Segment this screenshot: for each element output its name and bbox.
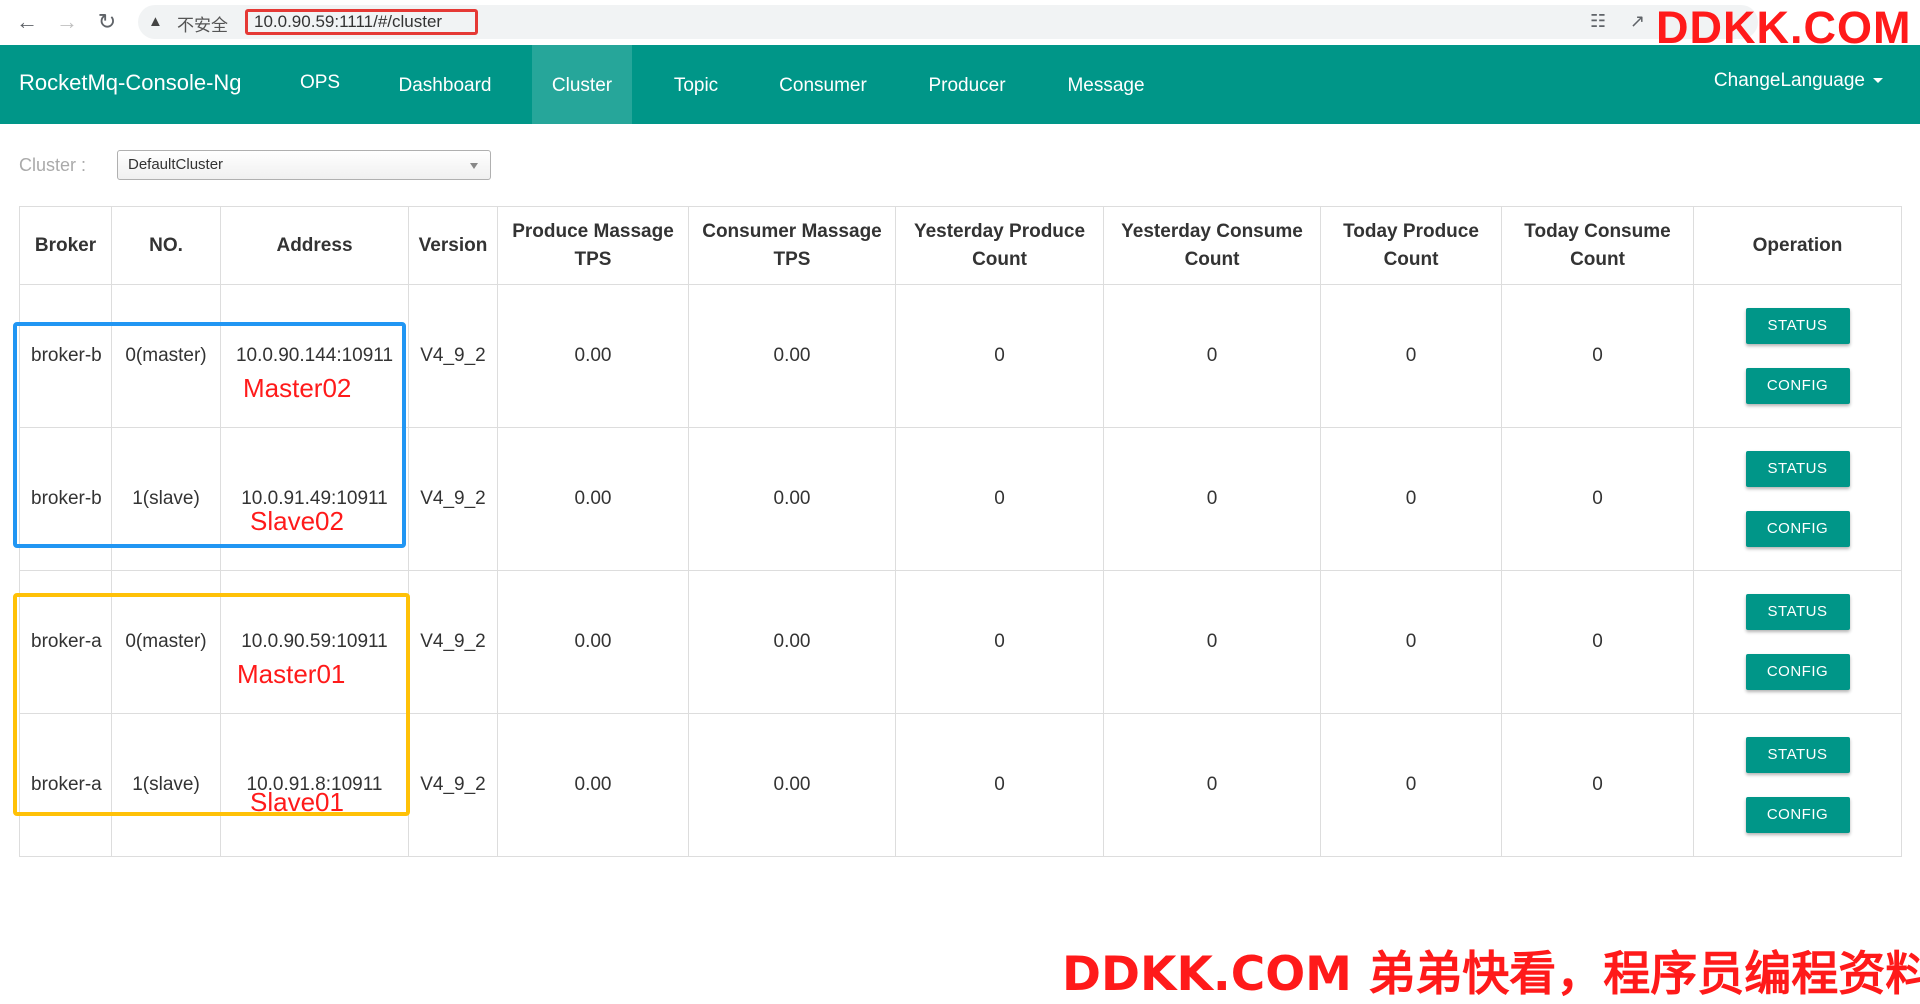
cell-yesterday-produce: 0 xyxy=(895,713,1104,857)
change-language-label: ChangeLanguage xyxy=(1713,70,1865,91)
cell-produce-tps: 0.00 xyxy=(497,713,689,857)
header-broker: Broker xyxy=(19,206,112,285)
caret-down-icon xyxy=(1873,78,1883,84)
reload-icon[interactable]: ↻ xyxy=(94,9,120,35)
cell-today-produce: 0 xyxy=(1320,570,1502,714)
watermark-bottom: DDKK.COM 弟弟快看，程序员编程资料站 xyxy=(1062,947,1920,1002)
cell-version: V4_9_2 xyxy=(408,713,498,857)
cell-consumer-tps: 0.00 xyxy=(688,713,896,857)
cell-today-consume: 0 xyxy=(1501,713,1694,857)
header-address: Address xyxy=(220,206,409,285)
browser-toolbar: ← → ↻ ▲ 不安全 10.0.90.59:1111/#/cluster ☷ … xyxy=(0,0,1920,53)
cell-produce-tps: 0.00 xyxy=(497,570,689,714)
cluster-select[interactable]: DefaultCluster xyxy=(117,150,491,180)
top-navbar: RocketMq-Console-Ng OPS Dashboard Cluste… xyxy=(0,45,1920,124)
status-button[interactable]: STATUS xyxy=(1745,308,1850,344)
cell-yesterday-consume: 0 xyxy=(1103,284,1321,428)
cell-yesterday-produce: 0 xyxy=(895,284,1104,428)
cell-yesterday-produce: 0 xyxy=(895,570,1104,714)
cell-operation: STATUS CONFIG xyxy=(1693,427,1902,571)
cell-operation: STATUS CONFIG xyxy=(1693,570,1902,714)
config-button[interactable]: CONFIG xyxy=(1745,511,1850,547)
annotation-box-blue xyxy=(13,322,406,548)
cluster-select-value: DefaultCluster xyxy=(128,156,224,173)
cell-today-produce: 0 xyxy=(1320,284,1502,428)
header-consumer-tps: Consumer Massage TPS xyxy=(688,206,896,285)
cell-consumer-tps: 0.00 xyxy=(688,427,896,571)
nav-ops[interactable]: OPS xyxy=(280,45,360,124)
brand-title[interactable]: RocketMq-Console-Ng xyxy=(19,70,242,96)
header-produce-tps: Produce Massage TPS xyxy=(497,206,689,285)
cell-yesterday-consume: 0 xyxy=(1103,713,1321,857)
annotation-slave01: Slave01 xyxy=(250,787,344,817)
header-yesterday-produce: Yesterday Produce Count xyxy=(895,206,1104,285)
header-operation: Operation xyxy=(1693,206,1902,285)
change-language-dropdown[interactable]: ChangeLanguage xyxy=(1714,70,1883,92)
table-header-row: Broker NO. Address Version Produce Massa… xyxy=(19,206,1902,285)
annotation-box-yellow xyxy=(13,593,410,816)
annotation-slave02: Slave02 xyxy=(250,506,344,536)
nav-consumer[interactable]: Consumer xyxy=(762,45,884,124)
cell-version: V4_9_2 xyxy=(408,284,498,428)
insecure-label: 不安全 xyxy=(177,16,228,36)
cell-produce-tps: 0.00 xyxy=(497,284,689,428)
nav-topic[interactable]: Topic xyxy=(650,45,742,124)
forward-arrow-icon[interactable]: → xyxy=(54,9,80,35)
cell-yesterday-produce: 0 xyxy=(895,427,1104,571)
cell-yesterday-consume: 0 xyxy=(1103,570,1321,714)
cell-produce-tps: 0.00 xyxy=(497,427,689,571)
cell-today-consume: 0 xyxy=(1501,284,1694,428)
url-text[interactable]: 10.0.90.59:1111/#/cluster xyxy=(245,9,478,35)
cell-consumer-tps: 0.00 xyxy=(688,284,896,428)
nav-dashboard[interactable]: Dashboard xyxy=(378,45,512,124)
share-icon[interactable]: ↗ xyxy=(1630,11,1645,32)
status-button[interactable]: STATUS xyxy=(1745,737,1850,773)
cell-version: V4_9_2 xyxy=(408,427,498,571)
cell-operation: STATUS CONFIG xyxy=(1693,713,1902,857)
back-arrow-icon[interactable]: ← xyxy=(14,9,40,35)
cell-yesterday-consume: 0 xyxy=(1103,427,1321,571)
cell-today-produce: 0 xyxy=(1320,427,1502,571)
header-version: Version xyxy=(408,206,498,285)
translate-icon[interactable]: ☷ xyxy=(1590,11,1606,32)
status-button[interactable]: STATUS xyxy=(1745,451,1850,487)
cell-consumer-tps: 0.00 xyxy=(688,570,896,714)
chevron-down-icon xyxy=(470,163,478,169)
status-button[interactable]: STATUS xyxy=(1745,594,1850,630)
nav-cluster[interactable]: Cluster xyxy=(532,45,632,124)
cell-today-consume: 0 xyxy=(1501,427,1694,571)
header-today-consume: Today Consume Count xyxy=(1501,206,1694,285)
config-button[interactable]: CONFIG xyxy=(1745,368,1850,404)
nav-message[interactable]: Message xyxy=(1050,45,1162,124)
header-today-produce: Today Produce Count xyxy=(1320,206,1502,285)
cell-operation: STATUS CONFIG xyxy=(1693,284,1902,428)
nav-producer[interactable]: Producer xyxy=(907,45,1027,124)
config-button[interactable]: CONFIG xyxy=(1745,654,1850,690)
header-no: NO. xyxy=(111,206,221,285)
cluster-label: Cluster : xyxy=(19,155,87,175)
config-button[interactable]: CONFIG xyxy=(1745,797,1850,833)
header-yesterday-consume: Yesterday Consume Count xyxy=(1103,206,1321,285)
warning-icon[interactable]: ▲ xyxy=(148,13,163,30)
cell-version: V4_9_2 xyxy=(408,570,498,714)
annotation-master02: Master02 xyxy=(243,373,352,403)
cell-today-produce: 0 xyxy=(1320,713,1502,857)
cell-today-consume: 0 xyxy=(1501,570,1694,714)
annotation-master01: Master01 xyxy=(237,659,346,689)
